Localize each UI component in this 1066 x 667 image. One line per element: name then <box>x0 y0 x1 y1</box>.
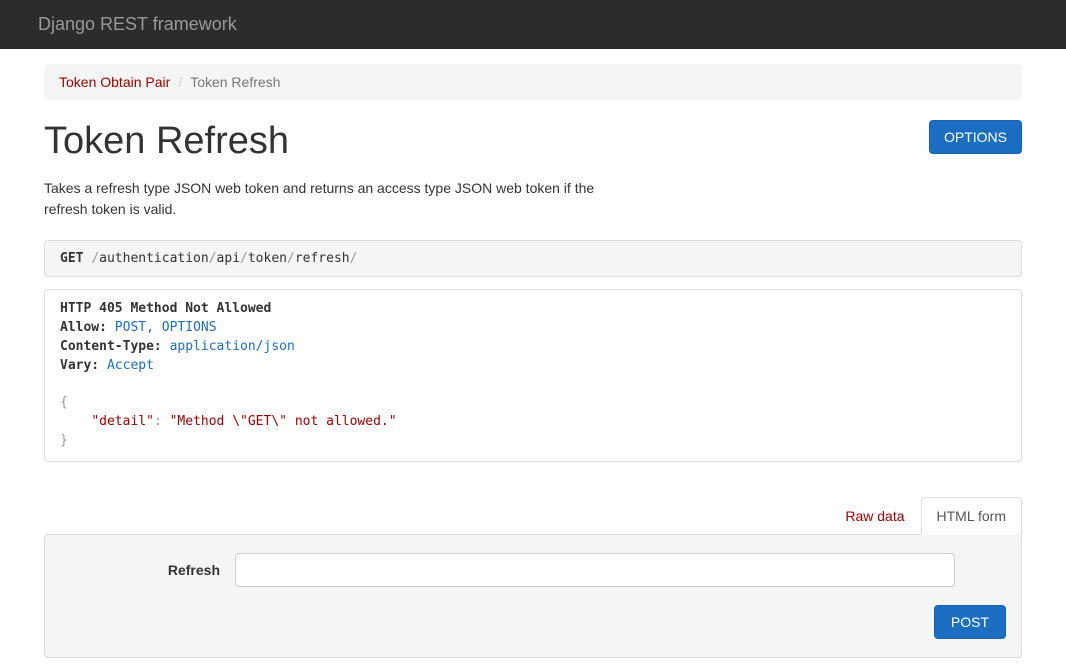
response-status: HTTP 405 Method Not Allowed <box>60 301 271 316</box>
json-close-brace: } <box>60 433 68 448</box>
request-line: GET /authentication/api/token/refresh/ <box>44 240 1022 277</box>
header-allow-key: Allow: <box>60 320 107 335</box>
refresh-label: Refresh <box>60 562 220 578</box>
response-box: HTTP 405 Method Not Allowed Allow: POST,… <box>44 289 1022 462</box>
breadcrumb: Token Obtain Pair / Token Refresh <box>44 64 1022 100</box>
navbar: Django REST framework <box>0 0 1066 49</box>
request-method: GET <box>60 251 83 266</box>
breadcrumb-root-link[interactable]: Token Obtain Pair <box>59 74 170 90</box>
breadcrumb-current: Token Refresh <box>190 74 280 90</box>
json-open-brace: { <box>60 395 68 410</box>
navbar-brand[interactable]: Django REST framework <box>38 14 237 34</box>
header-allow-val: POST, OPTIONS <box>115 320 217 335</box>
header-vary-val: Accept <box>107 358 154 373</box>
breadcrumb-separator: / <box>178 74 182 90</box>
header-ctype-key: Content-Type: <box>60 339 162 354</box>
refresh-input[interactable] <box>235 553 955 587</box>
json-key-detail: "detail" <box>91 414 154 429</box>
page-title: Token Refresh <box>44 120 289 163</box>
tab-raw-data[interactable]: Raw data <box>829 497 920 535</box>
post-button[interactable]: POST <box>934 605 1006 639</box>
tab-html-form[interactable]: HTML form <box>921 497 1022 535</box>
html-form: Refresh POST <box>44 534 1022 658</box>
header-ctype-val: application/json <box>170 339 295 354</box>
json-val-detail: "Method \"GET\" not allowed." <box>170 414 397 429</box>
form-tabs: Raw data HTML form <box>44 497 1022 534</box>
page-description: Takes a refresh type JSON web token and … <box>44 178 604 220</box>
options-button[interactable]: OPTIONS <box>929 120 1022 154</box>
header-vary-key: Vary: <box>60 358 99 373</box>
